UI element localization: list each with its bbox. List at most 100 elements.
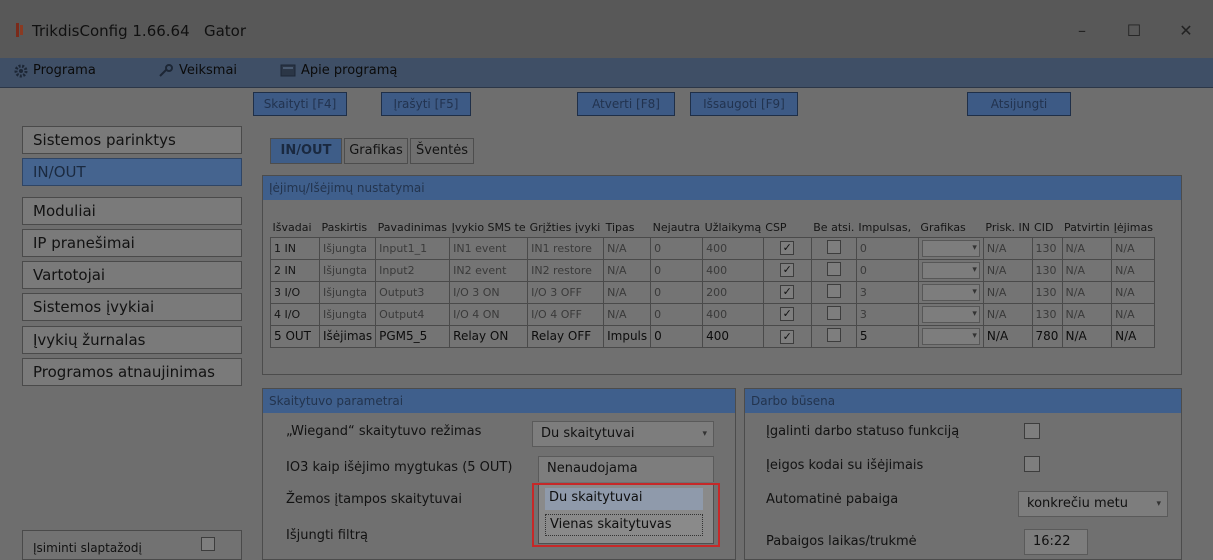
noack-checkbox[interactable]	[810, 280, 857, 304]
cell-confirm[interactable]: N/A	[1061, 258, 1113, 282]
schedule-select[interactable]: ▾	[917, 302, 984, 326]
auto-end-select[interactable]: konkrečiu metu ▾	[1018, 491, 1168, 517]
cell-impulse[interactable]: 3	[855, 302, 919, 326]
noack-checkbox[interactable]	[810, 258, 857, 282]
open-button[interactable]: Atverti [F8]	[577, 92, 675, 116]
cell-sens[interactable]: 0	[650, 280, 704, 304]
sidebar-item-ip-reports[interactable]: IP pranešimai	[22, 229, 242, 257]
remember-password-checkbox[interactable]	[201, 537, 215, 551]
cell-name[interactable]: PGM5_5	[375, 324, 451, 348]
cell-prisk[interactable]: N/A	[982, 236, 1033, 260]
cell-restore[interactable]: I/O 3 OFF	[527, 280, 605, 304]
cell-restore[interactable]: Relay OFF	[527, 324, 605, 348]
cell-purpose[interactable]: Išėjimas	[318, 324, 377, 348]
cell-sms[interactable]: I/O 3 ON	[449, 280, 529, 304]
sidebar-item-system-events[interactable]: Sistemos įvykiai	[22, 293, 242, 321]
cell-type[interactable]: N/A	[603, 236, 652, 260]
cell-impulse[interactable]: 0	[855, 236, 919, 260]
cell-input-col[interactable]: N/A	[1111, 324, 1156, 348]
csp-checkbox[interactable]: ✓	[762, 302, 812, 326]
sidebar-item-firmware-update[interactable]: Programos atnaujinimas	[22, 358, 242, 386]
disconnect-button[interactable]: Atsijungti	[967, 92, 1071, 116]
cell-input-col[interactable]: N/A	[1111, 236, 1156, 260]
cell-restore[interactable]: IN1 restore	[527, 236, 605, 260]
cell-prisk[interactable]: N/A	[982, 324, 1033, 348]
cell-prisk[interactable]: N/A	[982, 302, 1033, 326]
write-button[interactable]: Įrašyti [F5]	[381, 92, 471, 116]
cell-impulse[interactable]: 3	[855, 280, 919, 304]
sidebar-item-users[interactable]: Vartotojai	[22, 261, 242, 289]
sidebar-item-event-log[interactable]: Įvykių žurnalas	[22, 326, 242, 354]
cell-name[interactable]: Output4	[375, 302, 451, 326]
read-button[interactable]: Skaityti [F4]	[253, 92, 347, 116]
cell-cid[interactable]: 130	[1031, 302, 1063, 326]
cell-input-col[interactable]: N/A	[1111, 280, 1156, 304]
minimize-button[interactable]: –	[1064, 14, 1100, 48]
cell-sms[interactable]: IN2 event	[449, 258, 529, 282]
cell-delay[interactable]: 200	[702, 280, 764, 304]
cell-sms[interactable]: Relay ON	[449, 324, 529, 348]
cell-purpose[interactable]: Išjungta	[318, 280, 377, 304]
cell-input-col[interactable]: N/A	[1111, 302, 1156, 326]
schedule-select[interactable]: ▾	[917, 236, 984, 260]
cell-sens[interactable]: 0	[650, 302, 704, 326]
maximize-button[interactable]: ☐	[1116, 14, 1152, 48]
schedule-select[interactable]: ▾	[917, 258, 984, 282]
cell-cid[interactable]: 780	[1031, 324, 1063, 348]
cell-sens[interactable]: 0	[650, 258, 704, 282]
cell-purpose[interactable]: Išjungta	[318, 236, 377, 260]
noack-checkbox[interactable]	[810, 236, 857, 260]
cell-confirm[interactable]: N/A	[1061, 324, 1113, 348]
cell-impulse[interactable]: 0	[855, 258, 919, 282]
cell-purpose[interactable]: Išjungta	[318, 302, 377, 326]
cell-delay[interactable]: 400	[702, 258, 764, 282]
cell-delay[interactable]: 400	[702, 236, 764, 260]
schedule-select[interactable]: ▾	[917, 324, 984, 348]
sidebar-item-modules[interactable]: Moduliai	[22, 197, 242, 225]
cell-restore[interactable]: IN2 restore	[527, 258, 605, 282]
menu-apie[interactable]: Apie programą	[280, 63, 397, 78]
noack-checkbox[interactable]	[810, 324, 857, 348]
cell-cid[interactable]: 130	[1031, 236, 1063, 260]
cell-restore[interactable]: I/O 4 OFF	[527, 302, 605, 326]
cell-confirm[interactable]: N/A	[1061, 236, 1113, 260]
csp-checkbox[interactable]: ✓	[762, 258, 812, 282]
cell-name[interactable]: Input1_1	[375, 236, 451, 260]
close-button[interactable]: ✕	[1168, 14, 1204, 48]
tab-schedule[interactable]: Grafikas	[344, 138, 408, 164]
end-time-input[interactable]: 16:22	[1024, 529, 1088, 555]
cell-delay[interactable]: 400	[702, 324, 764, 348]
cell-prisk[interactable]: N/A	[982, 280, 1033, 304]
cell-type[interactable]: Impuls	[603, 324, 652, 348]
cell-sms[interactable]: I/O 4 ON	[449, 302, 529, 326]
tab-in-out[interactable]: IN/OUT	[270, 138, 342, 164]
cell-cid[interactable]: 130	[1031, 258, 1063, 282]
schedule-select[interactable]: ▾	[917, 280, 984, 304]
cell-name[interactable]: Input2	[375, 258, 451, 282]
io3-exit-button-select[interactable]: Nenaudojama	[538, 456, 714, 482]
cell-cid[interactable]: 130	[1031, 280, 1063, 304]
cell-delay[interactable]: 400	[702, 302, 764, 326]
menu-programa[interactable]: Programa	[14, 63, 96, 78]
entry-codes-checkbox[interactable]	[1024, 456, 1040, 472]
cell-input-col[interactable]: N/A	[1111, 258, 1156, 282]
cell-sms[interactable]: IN1 event	[449, 236, 529, 260]
cell-type[interactable]: N/A	[603, 258, 652, 282]
cell-type[interactable]: N/A	[603, 302, 652, 326]
enable-status-checkbox[interactable]	[1024, 423, 1040, 439]
save-button[interactable]: Išsaugoti [F9]	[690, 92, 798, 116]
cell-type[interactable]: N/A	[603, 280, 652, 304]
noack-checkbox[interactable]	[810, 302, 857, 326]
csp-checkbox[interactable]: ✓	[762, 280, 812, 304]
cell-sens[interactable]: 0	[650, 236, 704, 260]
wiegand-mode-select[interactable]: Du skaitytuvai ▾	[532, 421, 714, 447]
cell-confirm[interactable]: N/A	[1061, 280, 1113, 304]
menu-veiksmai[interactable]: Veiksmai	[158, 63, 237, 78]
tab-holidays[interactable]: Šventės	[410, 138, 474, 164]
cell-sens[interactable]: 0	[650, 324, 704, 348]
sidebar-item-in-out[interactable]: IN/OUT	[22, 158, 242, 186]
cell-confirm[interactable]: N/A	[1061, 302, 1113, 326]
sidebar-item-system-options[interactable]: Sistemos parinktys	[22, 126, 242, 154]
csp-checkbox[interactable]: ✓	[762, 236, 812, 260]
csp-checkbox[interactable]: ✓	[762, 324, 812, 348]
